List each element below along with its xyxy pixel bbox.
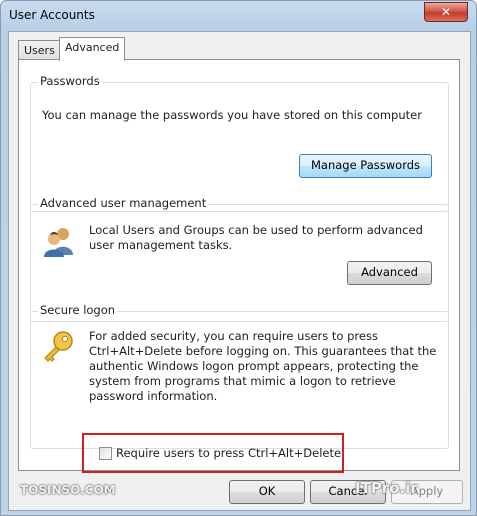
secure-logon-group-label: Secure logon bbox=[38, 303, 118, 317]
require-ctrl-alt-delete-label: Require users to press Ctrl+Alt+Delete bbox=[116, 446, 342, 460]
secure-logon-description: For added security, you can require user… bbox=[89, 329, 437, 403]
apply-button[interactable]: Apply bbox=[391, 480, 463, 504]
tab-advanced[interactable]: Advanced bbox=[59, 37, 126, 61]
dialog-content: Users Advanced Passwords You can manage … bbox=[8, 31, 471, 511]
close-icon: ✕ bbox=[440, 5, 452, 19]
passwords-group: Passwords You can manage the passwords y… bbox=[30, 74, 449, 212]
key-icon bbox=[41, 330, 75, 364]
secure-logon-group: Secure logon For added security, you can… bbox=[30, 303, 449, 449]
window-title: User Accounts bbox=[9, 8, 95, 22]
tab-users-label: Users bbox=[24, 44, 55, 57]
ok-label: OK bbox=[258, 484, 276, 498]
close-button[interactable]: ✕ bbox=[424, 2, 468, 22]
advanced-tab-panel: Passwords You can manage the passwords y… bbox=[18, 59, 460, 473]
advanced-user-management-group-label: Advanced user management bbox=[38, 196, 209, 210]
advanced-button[interactable]: Advanced bbox=[347, 261, 432, 285]
tab-users[interactable]: Users bbox=[18, 40, 61, 61]
user-accounts-window: User Accounts ✕ Users Advanced Passwords… bbox=[0, 0, 477, 516]
apply-label: Apply bbox=[410, 484, 444, 498]
tab-advanced-label: Advanced bbox=[65, 41, 120, 54]
passwords-group-label: Passwords bbox=[38, 74, 102, 88]
manage-passwords-button[interactable]: Manage Passwords bbox=[299, 154, 432, 178]
passwords-description: You can manage the passwords you have st… bbox=[42, 108, 422, 122]
cancel-label: Cancel bbox=[328, 484, 368, 498]
checkbox-box[interactable] bbox=[99, 447, 112, 460]
advanced-button-label: Advanced bbox=[361, 265, 418, 279]
manage-passwords-label: Manage Passwords bbox=[310, 158, 421, 172]
advanced-user-management-description: Local Users and Groups can be used to pe… bbox=[89, 223, 423, 252]
cancel-button[interactable]: Cancel bbox=[310, 480, 386, 504]
users-group-icon bbox=[43, 225, 75, 257]
ok-button[interactable]: OK bbox=[229, 480, 305, 504]
title-bar[interactable]: User Accounts ✕ bbox=[1, 1, 476, 31]
